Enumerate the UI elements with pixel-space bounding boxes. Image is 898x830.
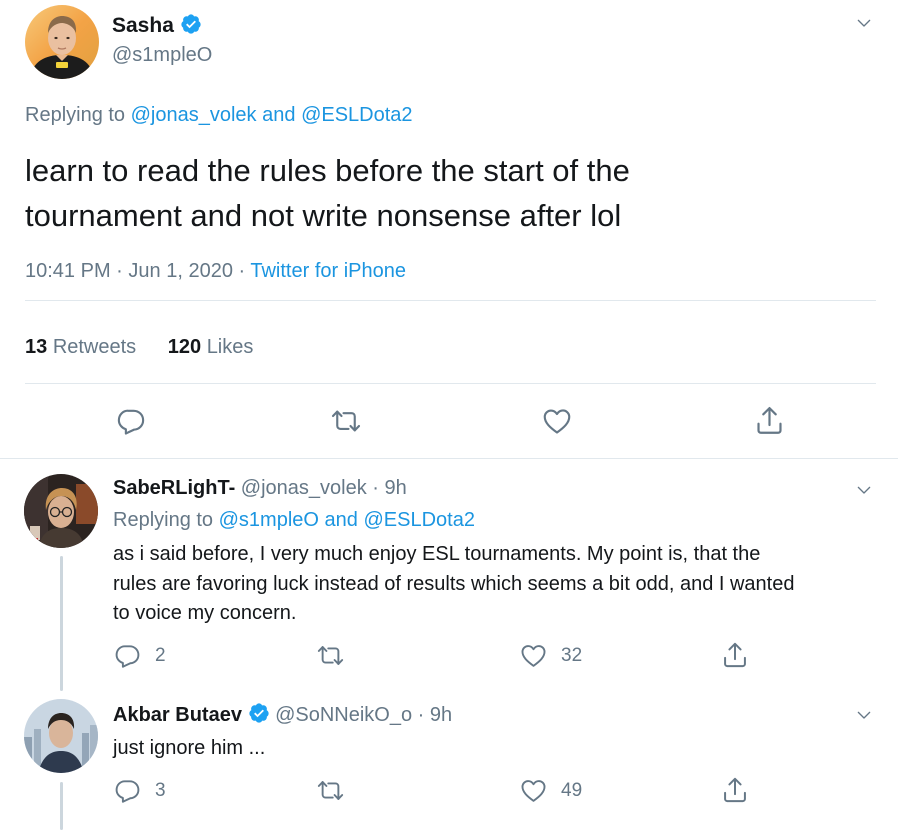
tweet-text: learn to read the rules before the start… — [25, 148, 630, 238]
reply-button[interactable]: 2 — [114, 642, 166, 669]
mention-link[interactable]: @ESLDota2 — [301, 104, 412, 126]
reply-button[interactable]: 3 — [114, 777, 166, 804]
tweet-text-line: to voice my concern. — [113, 602, 297, 624]
chevron-down-icon[interactable] — [855, 14, 873, 32]
mention-link[interactable]: @jonas_volek — [131, 104, 257, 126]
reply-button[interactable] — [116, 406, 146, 436]
author-handle[interactable]: @SoNNeikO_o — [275, 704, 412, 726]
replying-and[interactable]: and — [325, 509, 358, 531]
avatar-image — [24, 699, 98, 773]
retweet-button[interactable] — [330, 406, 362, 436]
thread-line — [60, 782, 63, 830]
meta-separator: · — [417, 704, 425, 726]
retweets-count: 13 — [25, 336, 48, 358]
avatar[interactable] — [25, 5, 99, 79]
divider — [25, 383, 876, 384]
tweet-meta: 10:41 PM · Jun 1, 2020 · Twitter for iPh… — [25, 260, 406, 283]
tweet-text-line: just ignore him ... — [113, 737, 266, 759]
chevron-down-icon[interactable] — [855, 481, 873, 499]
retweets-label: Retweets — [52, 336, 137, 358]
tweet-stats: 13 Retweets 120 Likes — [25, 336, 253, 359]
thread-line — [60, 556, 63, 691]
share-button[interactable] — [754, 405, 785, 436]
like-icon — [520, 642, 547, 669]
retweet-icon — [330, 406, 362, 436]
meta-separator: · — [238, 260, 246, 282]
avatar[interactable] — [24, 699, 98, 773]
verified-icon — [180, 13, 202, 35]
like-icon — [520, 777, 547, 804]
reply-icon — [114, 777, 141, 804]
share-icon — [721, 776, 749, 804]
like-button[interactable]: 32 — [520, 642, 582, 669]
retweet-button[interactable] — [316, 777, 345, 804]
reply-count: 2 — [155, 644, 166, 666]
mention-link[interactable]: @s1mpleO — [219, 509, 319, 531]
reply-icon — [116, 406, 146, 436]
replying-prefix: Replying to — [113, 509, 214, 531]
replying-and[interactable]: and — [262, 104, 295, 126]
share-icon — [754, 405, 785, 436]
author-name[interactable]: Sasha — [112, 14, 174, 37]
tweet-text-line: as i said before, I very much enjoy ESL … — [113, 543, 761, 565]
meta-separator: · — [116, 260, 123, 282]
reply-age[interactable]: 9h — [430, 704, 452, 726]
author-name[interactable]: Akbar Butaev — [113, 704, 242, 726]
avatar-image — [25, 5, 99, 79]
divider — [25, 300, 876, 301]
author-handle[interactable]: @jonas_volek — [241, 477, 367, 499]
share-button[interactable] — [721, 641, 749, 669]
share-icon — [721, 641, 749, 669]
retweet-icon — [316, 777, 345, 804]
reply-count: 3 — [155, 779, 166, 801]
replying-to-line: Replying to @jonas_volek and @ESLDota2 — [25, 104, 413, 127]
author-handle[interactable]: @s1mpleO — [112, 44, 212, 67]
replying-prefix: Replying to — [25, 104, 126, 126]
avatar-image — [24, 474, 98, 548]
tweet-text: just ignore him ... — [113, 734, 265, 763]
like-count: 32 — [561, 644, 583, 666]
author-name[interactable]: SabeRLighT- — [113, 477, 235, 499]
reply-header: SabeRLighT- @jonas_volek · 9h — [113, 477, 407, 500]
mention-link[interactable]: @ESLDota2 — [363, 509, 474, 531]
avatar[interactable] — [24, 474, 98, 548]
tweet-text-line: learn to read the rules before the start… — [25, 153, 630, 188]
meta-separator: · — [372, 477, 379, 499]
tweet-date[interactable]: Jun 1, 2020 — [128, 260, 233, 282]
tweet-source[interactable]: Twitter for iPhone — [250, 260, 406, 282]
tweet-text: as i said before, I very much enjoy ESL … — [113, 540, 794, 629]
tweet-text-line: rules are favoring luck instead of resul… — [113, 572, 795, 595]
retweet-button[interactable] — [316, 642, 345, 669]
retweets-stat[interactable]: 13 Retweets — [25, 336, 142, 358]
like-button[interactable]: 49 — [520, 777, 582, 804]
verified-icon — [248, 702, 270, 724]
divider — [0, 458, 898, 459]
likes-count: 120 — [167, 336, 202, 358]
reply-age[interactable]: 9h — [385, 477, 407, 499]
likes-label: Likes — [206, 336, 254, 358]
like-button[interactable] — [542, 406, 572, 436]
tweet-text-line: tournament and not write nonsense after … — [25, 198, 622, 233]
retweet-icon — [316, 642, 345, 669]
likes-stat[interactable]: 120 Likes — [168, 336, 254, 358]
reply-icon — [114, 642, 141, 669]
share-button[interactable] — [721, 776, 749, 804]
tweet-time[interactable]: 10:41 PM — [25, 260, 111, 282]
like-count: 49 — [561, 779, 583, 801]
like-icon — [542, 406, 572, 436]
replying-to-line: Replying to @s1mpleO and @ESLDota2 — [113, 509, 475, 532]
chevron-down-icon[interactable] — [855, 706, 873, 724]
reply-header: Akbar Butaev @SoNNeikO_o · 9h — [113, 702, 452, 727]
